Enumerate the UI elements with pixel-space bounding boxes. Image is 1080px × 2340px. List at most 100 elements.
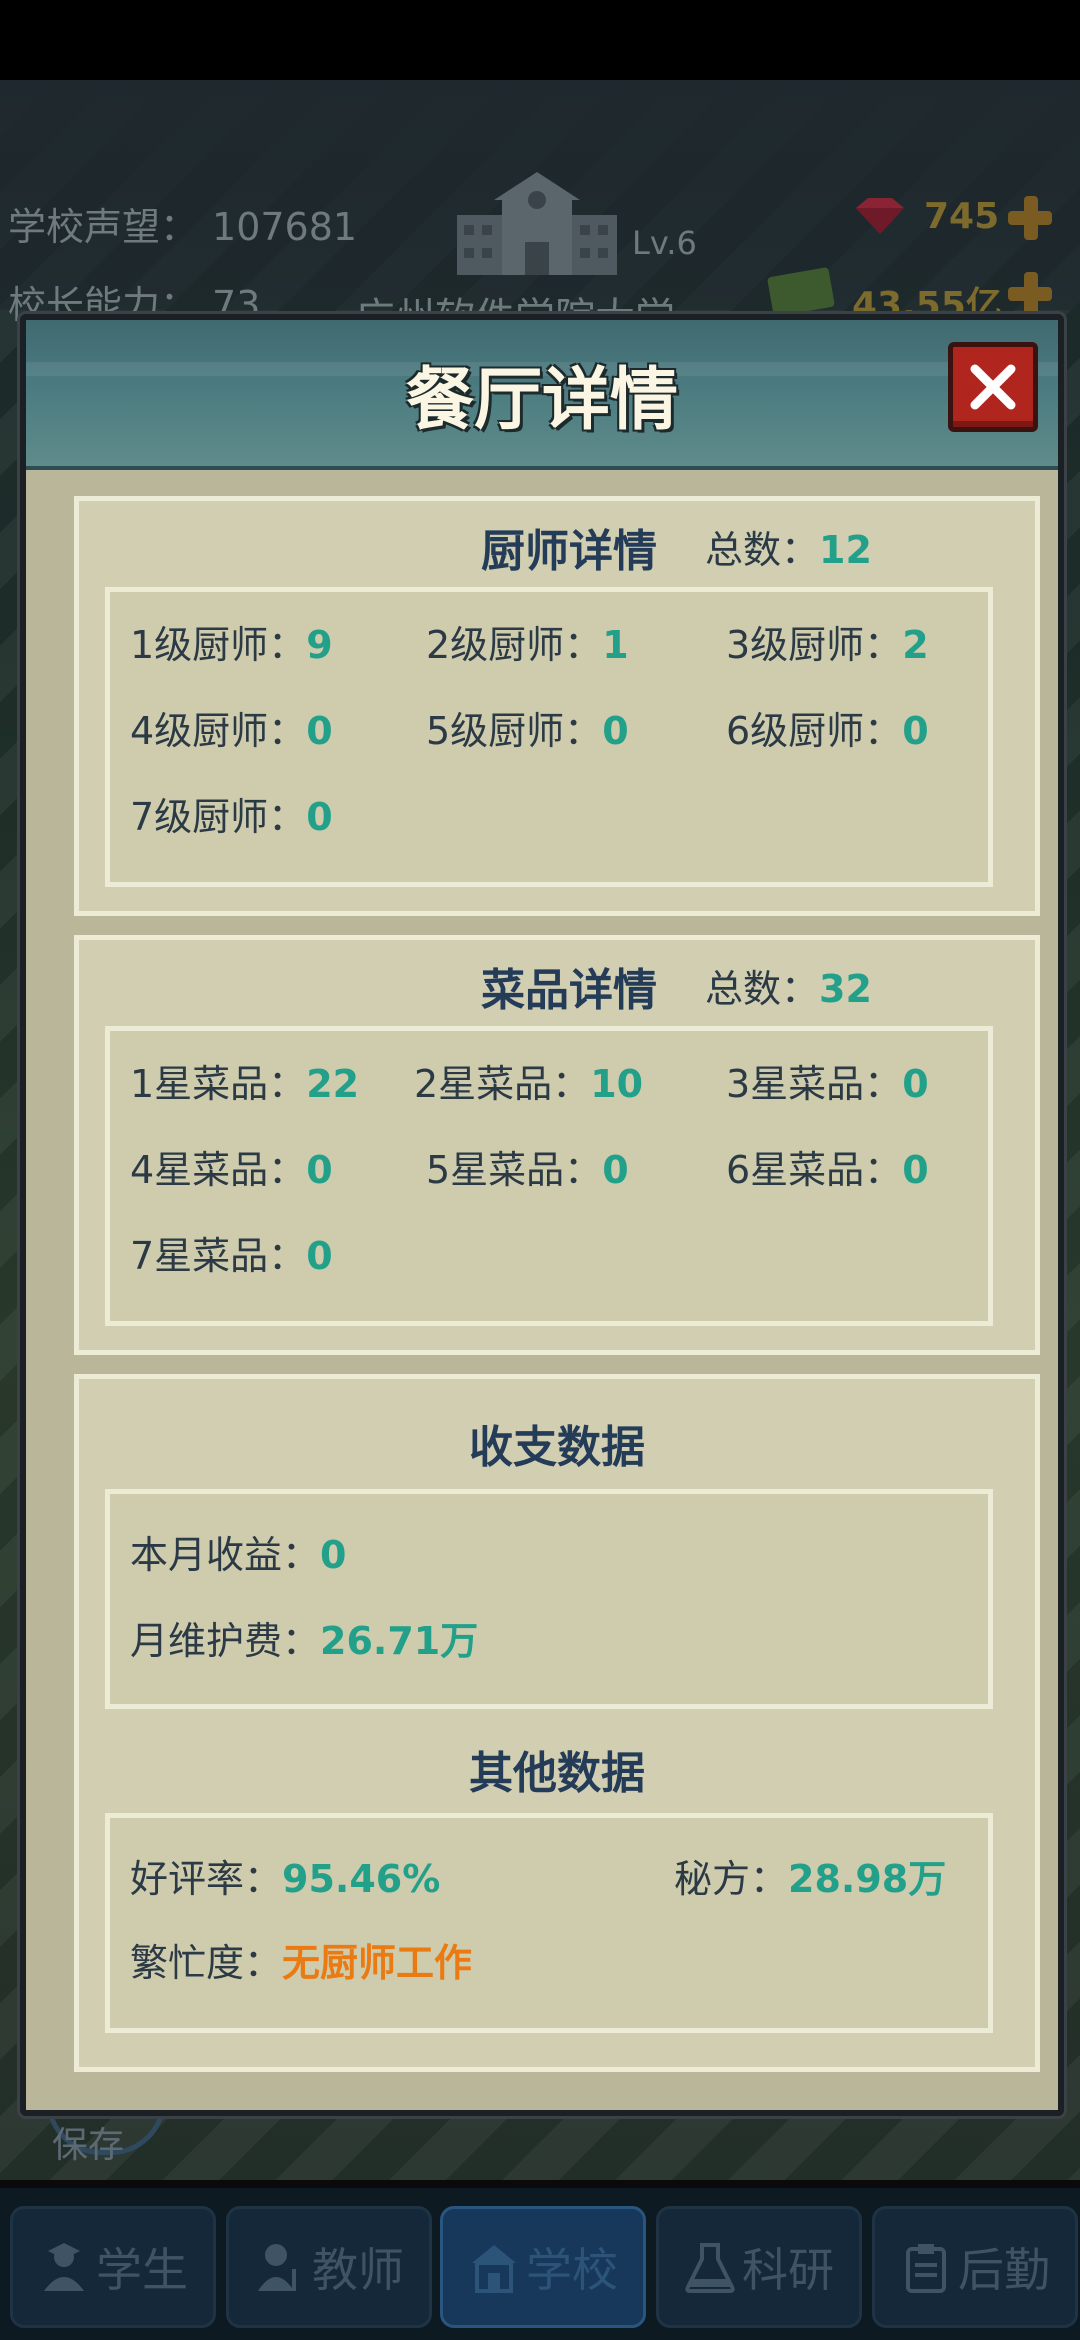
chef-count: 2 — [902, 623, 929, 667]
busyness: 繁忙度：无厨师工作 — [130, 1932, 472, 1987]
reputation-stat: 学校声望： 107681 — [8, 196, 357, 251]
chef-level-7: 7级厨师：0 — [130, 786, 333, 841]
rating-value: 95.46% — [282, 1857, 441, 1901]
chef-label: 2级厨师： — [426, 623, 603, 667]
chef-count: 0 — [902, 709, 929, 753]
dish-label: 1星菜品： — [130, 1062, 307, 1106]
dish-label: 3星菜品： — [726, 1062, 903, 1106]
teacher-icon — [258, 2244, 296, 2291]
chefs-grid: 1级厨师：9 2级厨师：1 3级厨师：2 4级厨师：0 5级厨师：0 6级厨师：… — [105, 587, 993, 887]
income-value: 0 — [320, 1533, 347, 1577]
chef-count: 9 — [306, 623, 333, 667]
close-button[interactable] — [948, 342, 1038, 432]
gem-count: 745 — [924, 196, 1000, 237]
chef-label: 4级厨师： — [130, 709, 307, 753]
school-icon — [472, 2245, 516, 2293]
chef-label: 7级厨师： — [130, 795, 307, 839]
bottom-navigation: 学生 教师 学校 科研 后勤 — [0, 2188, 1080, 2340]
total-value: 32 — [819, 967, 872, 1011]
other-box: 好评率：95.46% 秘方：28.98万 繁忙度：无厨师工作 — [105, 1813, 993, 2033]
tab-label: 科研 — [742, 2243, 834, 2297]
monthly-income: 本月收益：0 — [130, 1524, 346, 1579]
status-bar — [0, 0, 1080, 80]
restaurant-details-dialog: 餐厅详情 厨师详情 总数：12 1级厨师：9 2级厨师：1 3级厨师：2 4级厨… — [20, 314, 1064, 2116]
school-building-icon — [457, 172, 617, 275]
tab-research[interactable]: 科研 — [656, 2206, 862, 2328]
close-icon — [970, 364, 1016, 410]
tab-label: 后勤 — [958, 2243, 1050, 2297]
dish-label: 7星菜品： — [130, 1234, 307, 1278]
tab-label: 学生 — [96, 2243, 188, 2297]
chef-label: 5级厨师： — [426, 709, 603, 753]
chef-level-4: 4级厨师：0 — [130, 700, 333, 755]
tab-teachers[interactable]: 教师 — [226, 2206, 432, 2328]
finance-box: 本月收益：0 月维护费：26.71万 — [105, 1489, 993, 1709]
total-label: 总数： — [705, 967, 820, 1011]
maintenance-value: 26.71万 — [320, 1619, 479, 1663]
busy-value: 无厨师工作 — [282, 1941, 473, 1985]
dish-star-3: 3星菜品：0 — [726, 1053, 929, 1108]
dish-count: 0 — [306, 1148, 333, 1192]
add-money-button[interactable] — [1006, 270, 1054, 318]
chef-count: 0 — [602, 709, 629, 753]
dish-label: 4星菜品： — [130, 1148, 307, 1192]
chefs-section: 厨师详情 总数：12 1级厨师：9 2级厨师：1 3级厨师：2 4级厨师：0 5… — [74, 496, 1040, 916]
chef-count: 1 — [602, 623, 629, 667]
dishes-section: 菜品详情 总数：32 1星菜品：22 2星菜品：10 3星菜品：0 4星菜品：0… — [74, 935, 1040, 1355]
add-gems-button[interactable] — [1006, 194, 1054, 242]
section-title: 菜品详情 — [481, 965, 657, 1016]
chef-label: 3级厨师： — [726, 623, 903, 667]
dish-count: 0 — [902, 1148, 929, 1192]
rating: 好评率：95.46% — [130, 1848, 440, 1903]
dish-star-5: 5星菜品：0 — [426, 1139, 629, 1194]
dish-count: 22 — [306, 1062, 360, 1106]
dish-count: 10 — [590, 1062, 644, 1106]
chef-label: 1级厨师： — [130, 623, 307, 667]
dish-count: 0 — [306, 1234, 333, 1278]
dishes-grid: 1星菜品：22 2星菜品：10 3星菜品：0 4星菜品：0 5星菜品：0 6星菜… — [105, 1026, 993, 1326]
tab-school[interactable]: 学校 — [440, 2206, 646, 2328]
secret-recipe: 秘方：28.98万 — [674, 1848, 946, 1903]
total-value: 12 — [819, 528, 872, 572]
tab-logistics[interactable]: 后勤 — [872, 2206, 1078, 2328]
tab-label: 教师 — [312, 2243, 404, 2297]
monthly-maintenance: 月维护费：26.71万 — [130, 1610, 478, 1665]
save-button[interactable]: 保存 — [52, 2116, 124, 2168]
reputation-label: 学校声望： — [8, 205, 199, 249]
reputation-value: 107681 — [212, 205, 358, 249]
dishes-total: 总数：32 — [705, 958, 872, 1013]
school-level: Lv.6 — [632, 224, 697, 262]
chef-level-3: 3级厨师：2 — [726, 614, 929, 669]
chefs-total: 总数：12 — [705, 519, 872, 574]
finance-title: 收支数据 — [469, 1422, 645, 1473]
chef-level-5: 5级厨师：0 — [426, 700, 629, 755]
chef-label: 6级厨师： — [726, 709, 903, 753]
dish-star-2: 2星菜品：10 — [414, 1053, 643, 1108]
dish-star-1: 1星菜品：22 — [130, 1053, 359, 1108]
maintenance-label: 月维护费： — [130, 1619, 321, 1663]
dish-star-6: 6星菜品：0 — [726, 1139, 929, 1194]
tab-label: 学校 — [526, 2243, 618, 2297]
student-icon — [44, 2243, 84, 2291]
chef-count: 0 — [306, 795, 333, 839]
income-label: 本月收益： — [130, 1533, 321, 1577]
dish-count: 0 — [902, 1062, 929, 1106]
other-title: 其他数据 — [469, 1748, 645, 1799]
dish-label: 2星菜品： — [414, 1062, 591, 1106]
busy-label: 繁忙度： — [130, 1941, 283, 1985]
total-label: 总数： — [705, 528, 820, 572]
chef-count: 0 — [306, 709, 333, 753]
chef-level-2: 2级厨师：1 — [426, 614, 629, 669]
clipboard-icon — [906, 2244, 946, 2293]
flask-icon — [685, 2243, 735, 2293]
tab-students[interactable]: 学生 — [10, 2206, 216, 2328]
finance-section: 收支数据 本月收益：0 月维护费：26.71万 其他数据 好评率：95.46% … — [74, 1374, 1040, 2072]
rating-label: 好评率： — [130, 1857, 283, 1901]
recipe-label: 秘方： — [674, 1857, 789, 1901]
dish-star-4: 4星菜品：0 — [130, 1139, 333, 1194]
dish-count: 0 — [602, 1148, 629, 1192]
gem-icon — [856, 198, 904, 234]
dish-label: 5星菜品： — [426, 1148, 603, 1192]
chef-level-6: 6级厨师：0 — [726, 700, 929, 755]
chef-level-1: 1级厨师：9 — [130, 614, 333, 669]
